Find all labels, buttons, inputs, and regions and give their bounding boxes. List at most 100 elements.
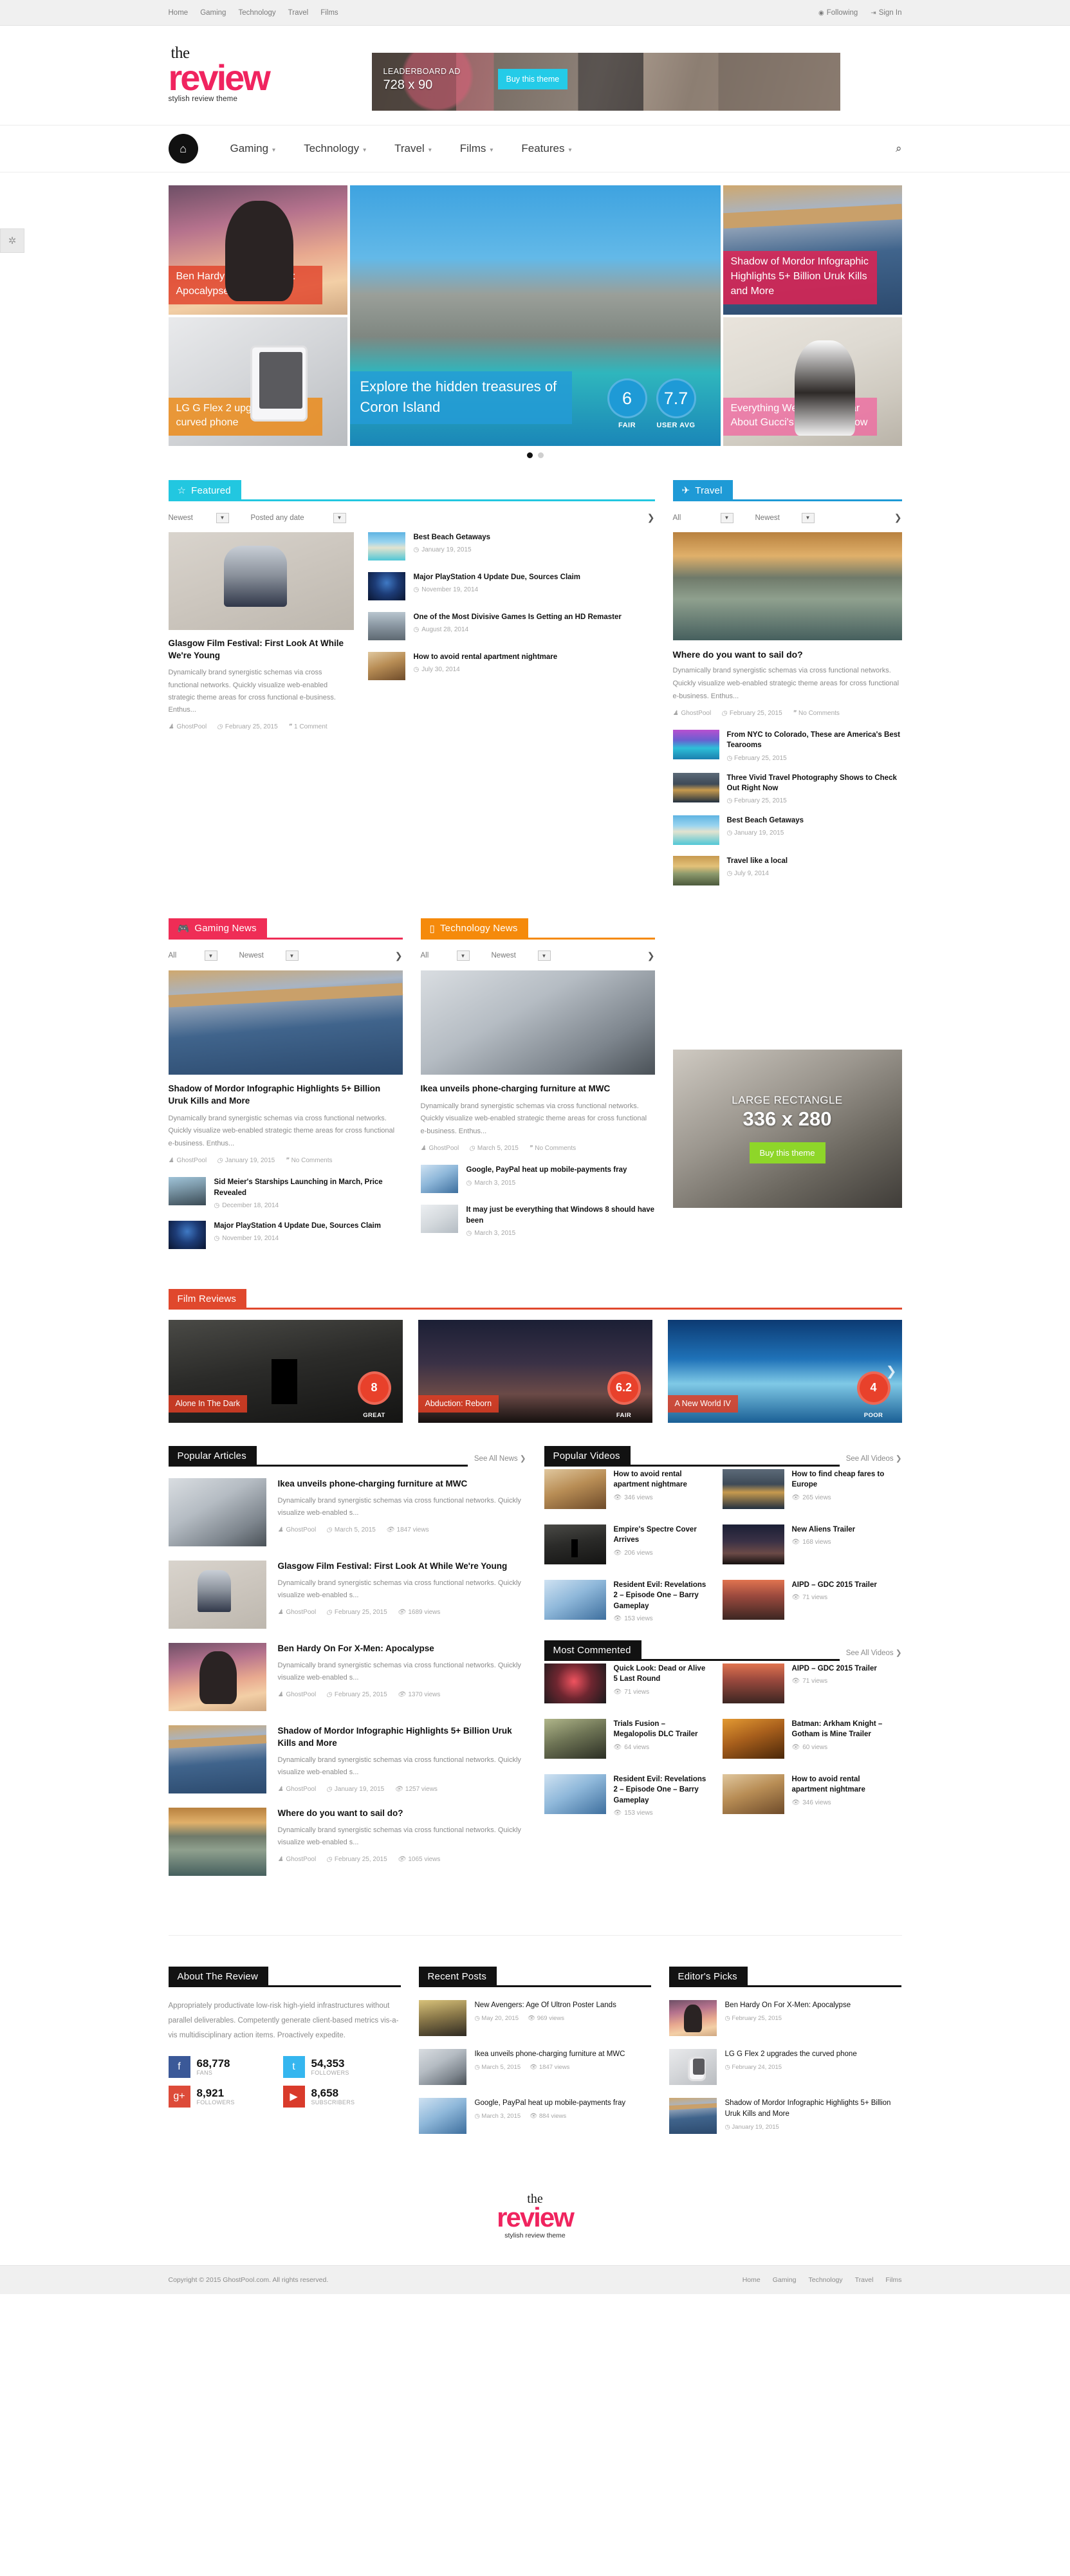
video-item[interactable]: AIPD – GDC 2015 Trailer 👁 71 views [722,1579,887,1622]
footer-logo[interactable]: the review stylish review theme [169,2147,902,2265]
settings-tab[interactable]: ✲ [0,228,24,253]
home-icon[interactable]: ⌂ [168,134,198,163]
travel-main-article[interactable]: Where do you want to sail do? Dynamicall… [672,532,902,718]
hero-card[interactable]: LG G Flex 2 upgrades the curved phone [168,317,347,446]
film-review-card[interactable]: Alone In The Dark 8 GREAT [168,1319,403,1423]
list-item[interactable]: Major PlayStation 4 Update Due, Sources … [168,1220,403,1249]
footer-nav-item-1[interactable]: Gaming [773,2276,797,2284]
hero-dot-1[interactable] [526,452,533,458]
video-item[interactable]: How to avoid rental apartment nightmare … [544,1469,708,1509]
list-item[interactable]: Major PlayStation 4 Update Due, Sources … [367,572,655,600]
travel-next-arrow[interactable]: ❯ [894,512,902,523]
video-item[interactable]: How to find cheap fares to Europe 👁 265 … [722,1469,887,1509]
social-counter[interactable]: ▶ 8,658 SUBSCRIBERS [282,2085,381,2108]
table-row[interactable]: Ben Hardy On For X-Men: Apocalypse Dynam… [168,1642,526,1711]
list-item[interactable]: Best Beach Getaways ◷ January 19, 2015 [672,815,902,845]
footer-nav-item-4[interactable]: Films [885,2276,901,2284]
video-item[interactable]: Empire's Spectre Cover Arrives 👁 206 vie… [544,1524,708,1564]
table-row[interactable]: Where do you want to sail do? Dynamicall… [168,1807,526,1876]
most-commented-seeall[interactable]: See All Videos ❯ [846,1648,902,1661]
rectangle-ad[interactable]: LARGE RECTANGLE 336 x 280 Buy this theme [672,1049,902,1208]
popular-videos-seeall[interactable]: See All Videos ❯ [846,1454,902,1467]
featured-sort-select[interactable]: ▼ [216,512,229,523]
list-item[interactable]: Three Vivid Travel Photography Shows to … [672,772,902,804]
list-item[interactable]: Sid Meier's Starships Launching in March… [168,1177,403,1209]
list-item[interactable]: Ben Hardy On For X-Men: Apocalypse ◷ Feb… [669,1999,901,2036]
gaming-cat-select[interactable]: ▼ [204,950,217,961]
social-counter[interactable]: g+ 8,921 FOLLOWERS [168,2085,266,2108]
list-item[interactable]: Travel like a local ◷ July 9, 2014 [672,855,902,885]
search-icon[interactable]: ⌕ [896,142,902,155]
video-item[interactable]: Resident Evil: Revelations 2 – Episode O… [544,1579,708,1622]
video-item[interactable]: New Aliens Trailer 👁 168 views [722,1524,887,1564]
list-item[interactable]: Ikea unveils phone-charging furniture at… [418,2048,651,2085]
gaming-next-arrow[interactable]: ❯ [395,950,403,961]
list-item[interactable]: LG G Flex 2 upgrades the curved phone ◷ … [669,2048,901,2085]
list-item[interactable]: Best Beach Getaways ◷ January 19, 2015 [367,532,655,561]
top-nav-item-2[interactable]: Technology [238,9,275,17]
main-nav-item-3[interactable]: Films ▾ [446,142,508,155]
film-review-card[interactable]: Abduction: Reborn 6.2 FAIR [418,1319,652,1423]
featured-date-select[interactable]: ▼ [333,512,346,523]
rectangle-ad-button[interactable]: Buy this theme [749,1142,826,1163]
technology-sort-select[interactable]: ▼ [537,950,551,961]
hero-slider[interactable]: Ben Hardy On For X-Men: Apocalypse LG G … [168,185,902,446]
clock-icon: ◷ [466,1230,472,1237]
technology-cat-select[interactable]: ▼ [456,950,470,961]
footer-nav-item-0[interactable]: Home [743,2276,761,2284]
site-logo[interactable]: the review stylish review theme [169,44,355,103]
list-item[interactable]: Shadow of Mordor Infographic Highlights … [669,2097,901,2134]
technology-next-arrow[interactable]: ❯ [647,950,655,961]
list-item[interactable]: Google, PayPal heat up mobile-payments f… [420,1165,655,1194]
film-reviews-header: Film Reviews [168,1288,902,1310]
film-next-arrow[interactable]: ❯ [886,1363,897,1379]
hero-main-slide[interactable]: Explore the hidden treasures of Coron Is… [349,185,721,446]
social-counter[interactable]: t 54,353 FOLLOWERS [282,2055,381,2078]
technology-main-article[interactable]: Ikea unveils phone-charging furniture at… [420,970,655,1152]
featured-main-article[interactable]: Glasgow Film Festival: First Look At Whi… [168,532,354,730]
list-item[interactable]: From NYC to Colorado, These are America'… [672,730,902,762]
following-link[interactable]: ◉ Following [818,9,858,17]
travel-cat-select[interactable]: ▼ [720,512,733,523]
table-row[interactable]: Glasgow Film Festival: First Look At Whi… [168,1560,526,1629]
list-item[interactable]: New Avengers: Age Of Ultron Poster Lands… [418,1999,651,2036]
list-item[interactable]: It may just be everything that Windows 8… [420,1205,655,1237]
gaming-sort-select[interactable]: ▼ [285,950,299,961]
video-item[interactable]: How to avoid rental apartment nightmare … [722,1774,887,1817]
leaderboard-buy-button[interactable]: Buy this theme [497,69,568,89]
main-nav-item-1[interactable]: Technology ▾ [290,142,380,155]
main-nav-item-4[interactable]: Features ▾ [507,142,586,155]
popular-articles-seeall[interactable]: See All News ❯ [474,1454,526,1467]
signin-link[interactable]: ⇥ Sign In [871,9,901,17]
travel-sort-select[interactable]: ▼ [801,512,815,523]
hero-card[interactable]: Everything We Know So Far About Gucci's … [723,317,902,446]
hero-card[interactable]: Ben Hardy On For X-Men: Apocalypse [168,185,347,315]
video-item[interactable]: AIPD – GDC 2015 Trailer 👁 71 views [722,1663,887,1703]
video-item[interactable]: Quick Look: Dead or Alive 5 Last Round 👁… [544,1663,708,1703]
footer-nav-item-2[interactable]: Technology [809,2276,843,2284]
hero-dot-2[interactable] [537,452,544,458]
top-nav-item-0[interactable]: Home [169,9,189,17]
video-item[interactable]: Trials Fusion – Megalopolis DLC Trailer … [544,1718,708,1759]
top-nav-item-4[interactable]: Films [320,9,338,17]
footer-nav-item-3[interactable]: Travel [855,2276,874,2284]
hero-card[interactable]: Shadow of Mordor Infographic Highlights … [723,185,902,315]
table-row[interactable]: Shadow of Mordor Infographic Highlights … [168,1725,526,1793]
main-nav-item-2[interactable]: Travel ▾ [380,142,446,155]
hero-pagination[interactable] [169,452,902,458]
film-review-card[interactable]: A New World IV 4 POOR ❯ [667,1319,902,1423]
video-item[interactable]: Resident Evil: Revelations 2 – Episode O… [544,1774,708,1817]
travel-main-author: GhostPool [681,710,712,718]
social-counter[interactable]: f 68,778 FANS [168,2055,266,2078]
list-item[interactable]: Google, PayPal heat up mobile-payments f… [418,2097,651,2134]
list-item[interactable]: How to avoid rental apartment nightmare … [367,652,655,680]
featured-next-arrow[interactable]: ❯ [647,512,655,523]
gaming-main-article[interactable]: Shadow of Mordor Infographic Highlights … [168,970,403,1164]
video-item[interactable]: Batman: Arkham Knight – Gotham is Mine T… [722,1718,887,1759]
top-nav-item-1[interactable]: Gaming [200,9,226,17]
leaderboard-ad[interactable]: LEADERBOARD AD 728 x 90 Buy this theme [371,53,840,111]
main-nav-item-0[interactable]: Gaming ▾ [216,142,290,155]
list-item[interactable]: One of the Most Divisive Games Is Gettin… [367,612,655,640]
table-row[interactable]: Ikea unveils phone-charging furniture at… [168,1478,526,1546]
top-nav-item-3[interactable]: Travel [288,9,309,17]
